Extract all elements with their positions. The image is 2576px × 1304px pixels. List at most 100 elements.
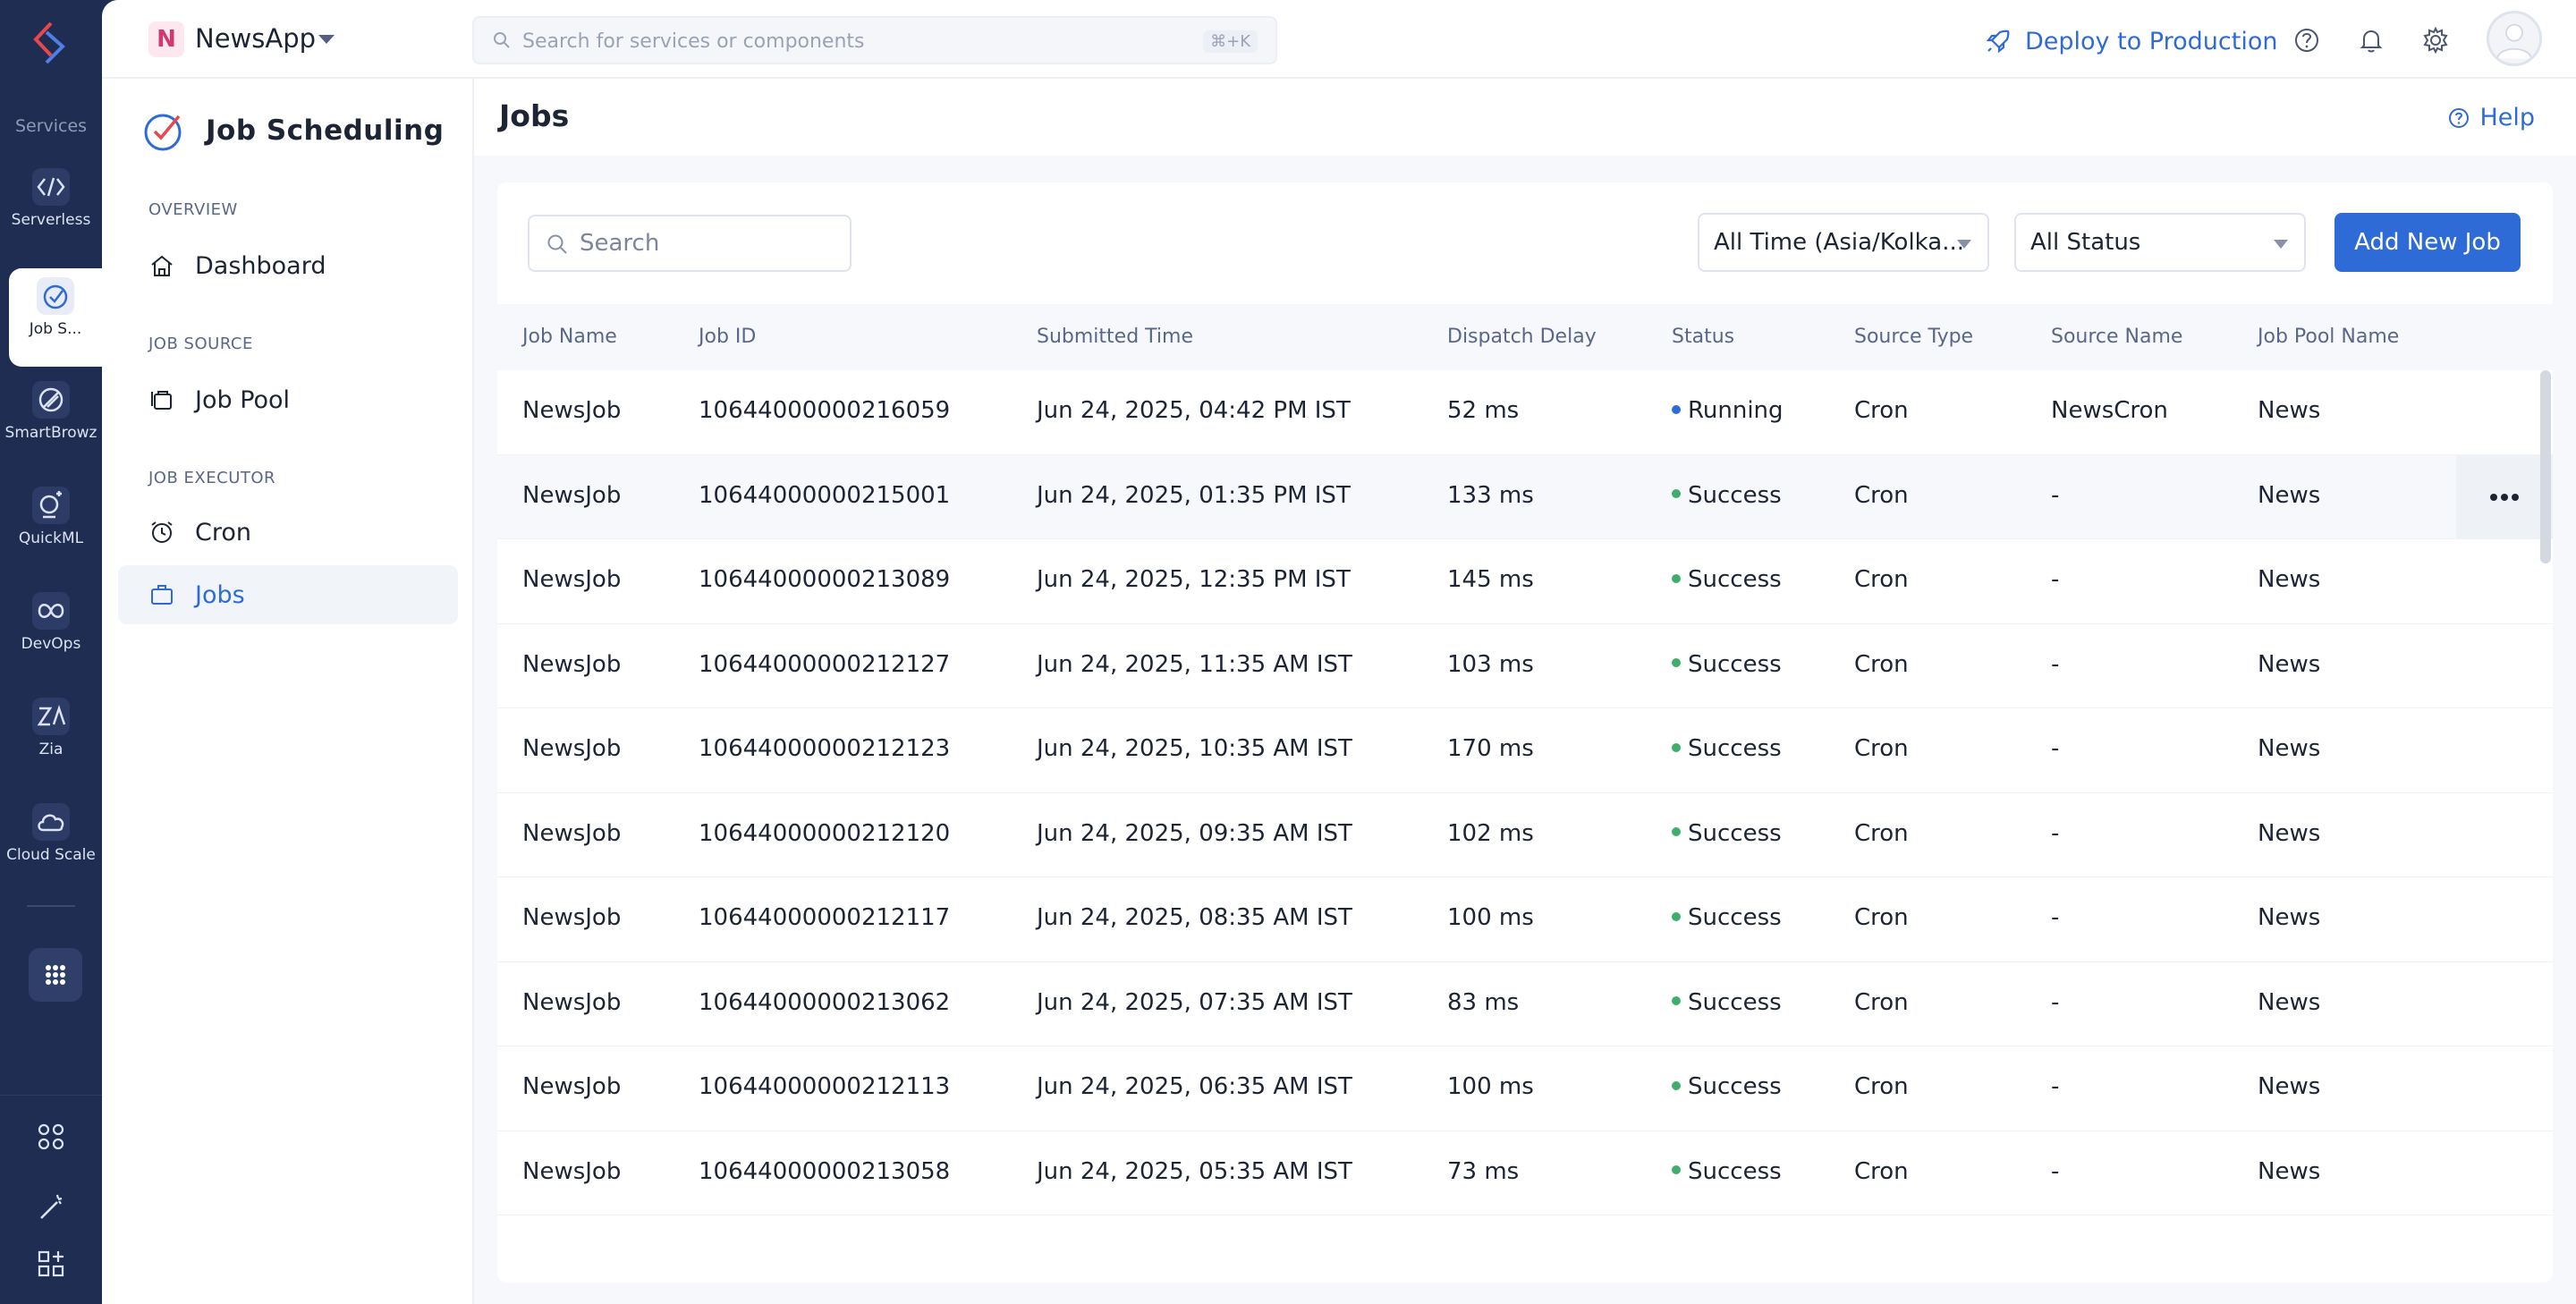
briefcase-icon [151, 585, 173, 605]
job-name-cell[interactable]: NewsJob [522, 735, 621, 762]
table-row[interactable]: NewsJob 10644000000212120 Jun 24, 2025, 09… [497, 793, 2553, 877]
dispatch-delay-cell: 133 ms [1447, 481, 1534, 509]
job-name-cell[interactable]: NewsJob [522, 820, 621, 847]
app-switcher[interactable]: NewsApp [195, 23, 316, 54]
column-header[interactable]: Dispatch Delay [1447, 326, 1597, 348]
rail-item-label: SmartBrowz [4, 424, 97, 442]
catalyst-logo-icon[interactable] [27, 20, 75, 68]
global-search-input[interactable] [522, 25, 1202, 57]
job-name-cell[interactable]: NewsJob [522, 651, 621, 678]
table-row[interactable]: NewsJob 10644000000213062 Jun 24, 2025, 07… [497, 962, 2553, 1046]
gear-icon[interactable] [2420, 25, 2451, 55]
table-row[interactable]: NewsJob 10644000000212117 Jun 24, 2025, 08… [497, 877, 2553, 962]
status-dot-icon [1672, 1165, 1681, 1174]
chevron-down-icon[interactable] [318, 35, 335, 44]
table-search[interactable] [528, 215, 852, 272]
job-name-cell[interactable]: NewsJob [522, 904, 621, 931]
job-id-cell: 10644000000212123 [699, 735, 951, 762]
table-row[interactable]: NewsJob 10644000000212127 Jun 24, 2025, 11… [497, 624, 2553, 708]
search-shortcut: ⌘+K [1203, 30, 1258, 53]
help-link[interactable]: Help [2447, 104, 2535, 131]
nav-item-dashboard[interactable]: Dashboard [118, 236, 458, 295]
job-id-cell: 10644000000213089 [699, 566, 951, 593]
grid-icon [46, 965, 65, 985]
nav-item-job-pool[interactable]: Job Pool [118, 370, 458, 429]
status-text: Success [1688, 1157, 1782, 1185]
rail-item-cloud-scale[interactable]: Cloud Scale [0, 794, 102, 893]
all-services-button[interactable] [29, 948, 82, 1002]
table-row[interactable]: NewsJob 10644000000213089 Jun 24, 2025, 12… [497, 539, 2553, 624]
status-dot-icon [1672, 996, 1681, 1005]
deploy-to-production-button[interactable]: Deploy to Production [1984, 21, 2277, 61]
zia-icon [32, 698, 70, 735]
dispatch-delay-cell: 145 ms [1447, 566, 1534, 593]
devops-icon [32, 592, 70, 630]
source-type-cell: Cron [1854, 988, 1909, 1016]
magic-wand-icon[interactable] [34, 1190, 68, 1224]
job-name-cell[interactable]: NewsJob [522, 1073, 621, 1100]
column-header[interactable]: Status [1672, 326, 1734, 348]
job-pool-name-cell: News [2258, 1073, 2321, 1100]
dispatch-delay-cell: 83 ms [1447, 988, 1520, 1016]
source-type-cell: Cron [1854, 481, 1909, 509]
add-widget-icon[interactable] [34, 1247, 68, 1281]
job-name-cell[interactable]: NewsJob [522, 566, 621, 593]
integrations-icon[interactable] [34, 1120, 68, 1154]
rail-item-quickml[interactable]: QuickML [0, 478, 102, 576]
column-header[interactable]: Job Name [522, 326, 617, 348]
column-header[interactable]: Source Name [2051, 326, 2182, 348]
job-name-cell[interactable]: NewsJob [522, 482, 621, 509]
table-row[interactable]: NewsJob 10644000000215001 Jun 24, 2025, 01… [497, 454, 2553, 539]
user-avatar-icon [2496, 23, 2532, 59]
job-name-cell[interactable]: NewsJob [522, 397, 621, 424]
table-row[interactable]: NewsJob 10644000000216059 Jun 24, 2025, 04… [497, 370, 2553, 455]
cloud-scale-icon [32, 803, 70, 841]
nav-item-jobs[interactable]: Jobs [118, 565, 458, 624]
nav-item-label: Jobs [195, 580, 245, 609]
rail-item-devops[interactable]: DevOps [0, 583, 102, 682]
rail-item-serverless[interactable]: Serverless [0, 159, 102, 258]
status-dot-icon [1672, 573, 1681, 583]
status-dot-icon [1672, 911, 1681, 921]
submitted-time-cell: Jun 24, 2025, 08:35 AM IST [1037, 904, 1352, 931]
nav-item-cron[interactable]: Cron [118, 503, 458, 562]
rail-item-smartbrowz[interactable]: SmartBrowz [0, 372, 102, 470]
source-name-cell: - [2051, 1157, 2060, 1185]
status-filter-select[interactable]: All Status [2014, 213, 2306, 272]
rail-item-label: Zia [38, 741, 64, 758]
alarm-clock-icon [151, 521, 173, 543]
table-row[interactable]: NewsJob 10644000000212113 Jun 24, 2025, 06… [497, 1046, 2553, 1131]
column-header[interactable]: Source Type [1854, 326, 1973, 348]
job-name-cell[interactable]: NewsJob [522, 1158, 621, 1185]
column-header[interactable]: Job ID [699, 326, 756, 348]
help-circle-icon[interactable] [2292, 25, 2322, 55]
source-name-cell: - [2051, 650, 2060, 678]
bell-icon[interactable] [2356, 25, 2386, 55]
rail-item-job-scheduling[interactable]: Job S... [9, 268, 102, 367]
app-badge[interactable]: N [148, 21, 184, 57]
dispatch-delay-cell: 100 ms [1447, 904, 1534, 931]
row-actions-button[interactable] [2456, 454, 2553, 539]
avatar[interactable] [2487, 11, 2542, 66]
table-search-input[interactable] [580, 227, 839, 259]
column-header[interactable]: Submitted Time [1037, 326, 1193, 348]
job-pool-name-cell: News [2258, 988, 2321, 1016]
job-id-cell: 10644000000213062 [699, 988, 951, 1016]
table-row[interactable]: NewsJob 10644000000212123 Jun 24, 2025, 10… [497, 708, 2553, 793]
global-search[interactable]: ⌘+K [472, 16, 1277, 64]
column-header[interactable]: Job Pool Name [2258, 326, 2399, 348]
rail-bottom-divider [0, 1095, 102, 1096]
rail-item-zia[interactable]: Zia [0, 689, 102, 787]
table-row[interactable]: NewsJob 10644000000213058 Jun 24, 2025, 05… [497, 1131, 2553, 1215]
status-cell: Success [1672, 566, 1782, 593]
rail-item-label: DevOps [21, 635, 81, 653]
status-dot-icon [1672, 489, 1681, 498]
add-new-job-button[interactable]: Add New Job [2334, 213, 2521, 272]
job-name-cell[interactable]: NewsJob [522, 989, 621, 1016]
time-filter-select[interactable]: All Time (Asia/Kolka... [1698, 213, 1989, 272]
nav-item-label: Dashboard [195, 251, 326, 280]
table-scrollbar[interactable] [2540, 370, 2551, 563]
nav-item-label: Job Pool [195, 385, 291, 414]
nav-title: Job Scheduling [206, 114, 445, 147]
status-filter-value: All Status [2030, 229, 2141, 256]
